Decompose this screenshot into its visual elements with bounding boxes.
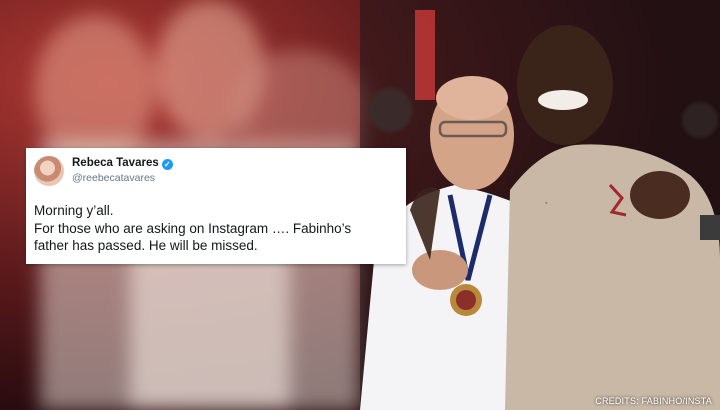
tweet-line: father has passed. He will be missed. xyxy=(34,238,258,253)
tweet-line: For those who are asking on Instagram ….… xyxy=(34,220,352,236)
author-avatar xyxy=(34,156,64,186)
embedded-tweet-card: Rebeca Tavares ✓ @reebecatavares Morning … xyxy=(26,148,406,264)
tweet-body: Morning y’all. For those who are asking … xyxy=(34,202,404,255)
tweet-handle: @reebecatavares xyxy=(72,172,156,184)
photo-credits: CREDITS: FABINHO/INSTA xyxy=(595,396,712,406)
tweet-line: Morning y’all. xyxy=(34,203,114,218)
verified-badge-icon: ✓ xyxy=(161,159,173,170)
tweet-author: Rebeca Tavares ✓ xyxy=(72,157,173,170)
author-name: Rebeca Tavares xyxy=(72,157,159,169)
